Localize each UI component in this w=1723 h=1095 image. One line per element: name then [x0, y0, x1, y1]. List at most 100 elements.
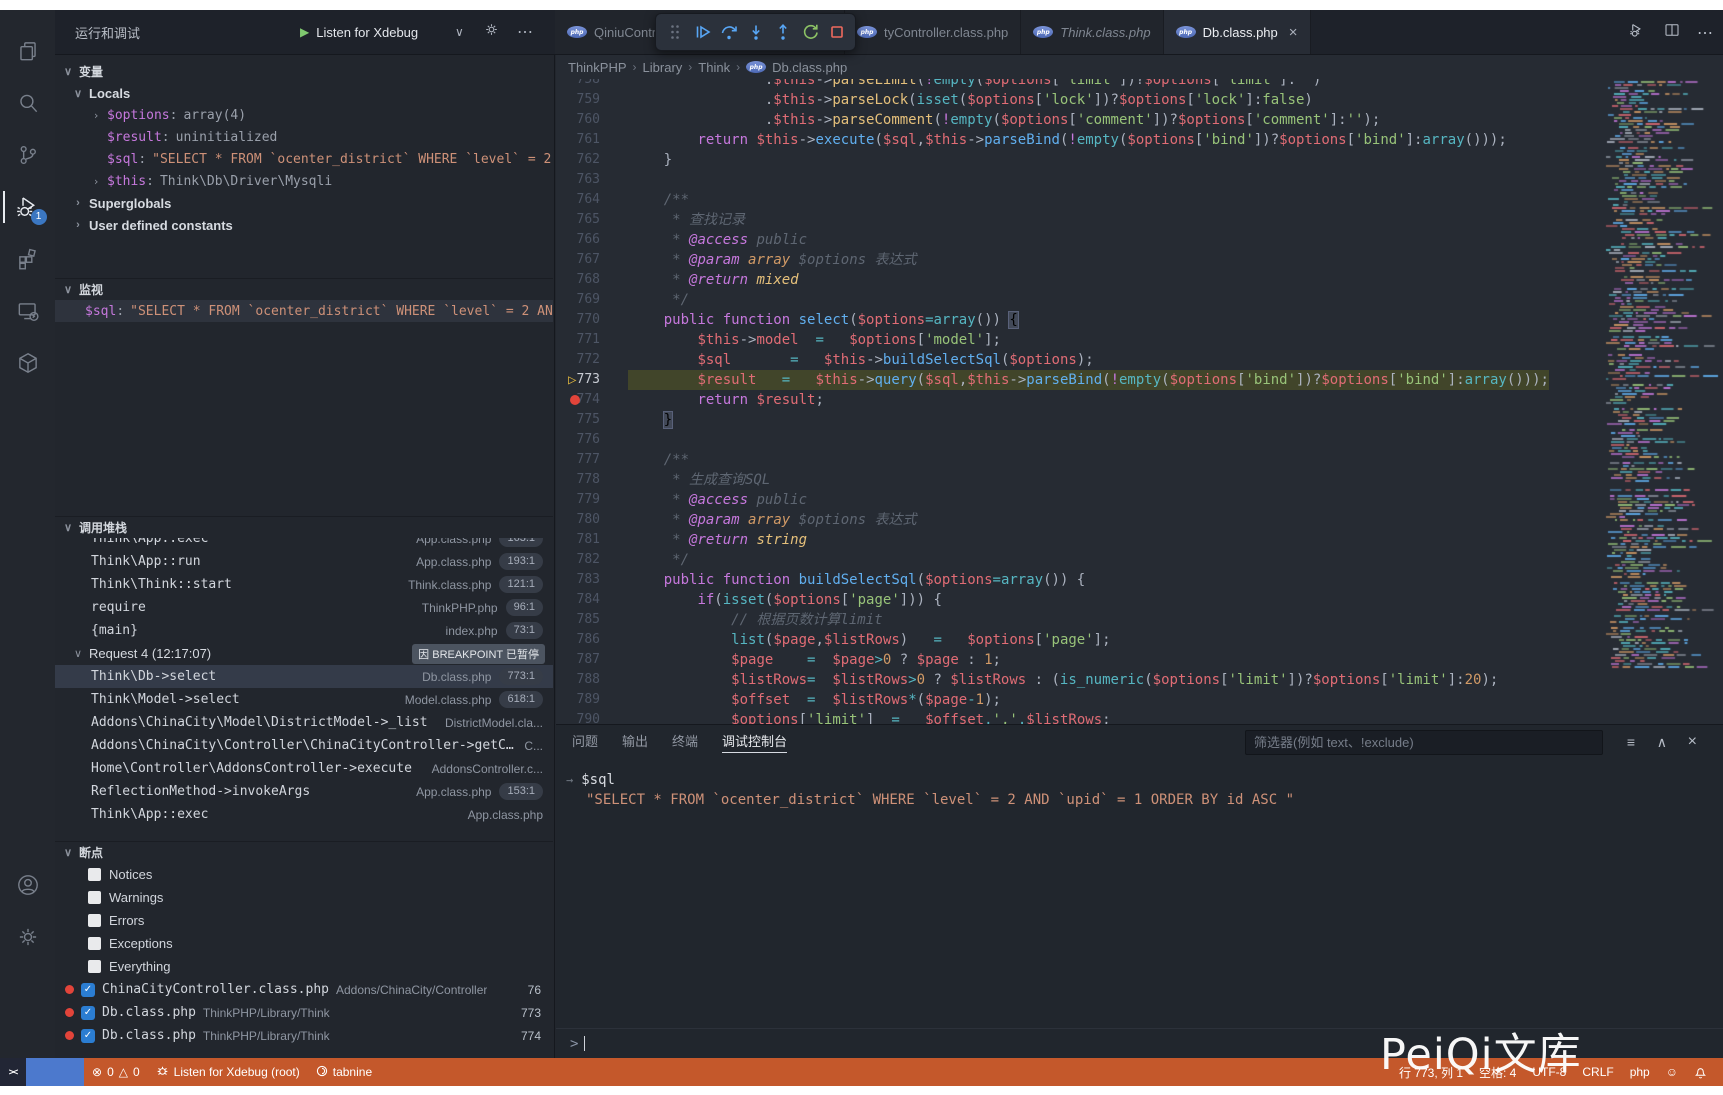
code-line-765[interactable]: 765 * 查找记录	[556, 210, 1723, 230]
call-stack-frame[interactable]: Home\Controller\AddonsController->execut…	[55, 757, 553, 780]
gutter[interactable]: 788	[556, 670, 628, 690]
gutter[interactable]: 782	[556, 550, 628, 570]
account-icon[interactable]	[3, 860, 53, 910]
gutter[interactable]: 781	[556, 530, 628, 550]
toolbar-drag-grip[interactable]	[662, 17, 687, 47]
code-line-780[interactable]: 780 * @param array $options 表达式	[556, 510, 1723, 530]
code-line-774[interactable]: 774 return $result;	[556, 390, 1723, 410]
variables-header[interactable]: ∨ 变量	[55, 60, 553, 82]
settings-gear-icon[interactable]	[3, 912, 53, 962]
gutter[interactable]: 774	[556, 390, 628, 410]
breakpoint-row[interactable]: ✓ Db.class.php ThinkPHP/Library/Think 77…	[55, 1024, 553, 1047]
code-line-760[interactable]: 760 .$this->parseComment(!empty($options…	[556, 110, 1723, 130]
breakpoint-filter-row[interactable]: Errors	[55, 909, 553, 932]
gutter[interactable]: 787	[556, 650, 628, 670]
package-box-icon[interactable]	[3, 338, 53, 388]
remote-indicator-icon[interactable]: ><	[0, 1058, 26, 1086]
problems-status[interactable]: ⊗ 0 △ 0	[84, 1058, 148, 1086]
checkbox-checked[interactable]: ✓	[81, 983, 95, 997]
code-line-771[interactable]: 771 $this->model = $options['model'];	[556, 330, 1723, 350]
run-and-debug-icon[interactable]: 1	[3, 182, 53, 232]
close-tab-icon[interactable]: ×	[1289, 24, 1298, 41]
call-stack-header[interactable]: ∨ 调用堆栈	[55, 516, 553, 538]
checkbox-unchecked[interactable]	[88, 937, 101, 950]
code-line-776[interactable]: 776	[556, 430, 1723, 450]
gutter[interactable]: 779	[556, 490, 628, 510]
continue-icon[interactable]	[689, 17, 714, 47]
gutter[interactable]: 775	[556, 410, 628, 430]
editor-tab[interactable]: php tyController.class.php	[845, 10, 1021, 54]
panel-tab[interactable]: 调试控制台	[722, 725, 787, 759]
code-line-769[interactable]: 769 */	[556, 290, 1723, 310]
checkbox-unchecked[interactable]	[88, 960, 101, 973]
filter-icon[interactable]: ≡	[1627, 725, 1635, 759]
debug-config-selector[interactable]: ▶ Listen for Xdebug	[300, 25, 418, 40]
variables-group-locals[interactable]: ∨Locals	[55, 82, 553, 104]
code-line-781[interactable]: 781 * @return string	[556, 530, 1723, 550]
tabnine-status[interactable]: tabnine	[308, 1058, 380, 1086]
debug-listen-status[interactable]: Listen for Xdebug (root)	[148, 1058, 308, 1086]
call-stack-request-row[interactable]: ∨ Request 4 (12:17:07) 因 BREAKPOINT 已暂停	[55, 642, 553, 665]
panel-tab[interactable]: 终端	[672, 725, 698, 759]
code-line-767[interactable]: 767 * @param array $options 表达式	[556, 250, 1723, 270]
breakpoint-filter-row[interactable]: Everything	[55, 955, 553, 978]
gutter[interactable]: 765	[556, 210, 628, 230]
language-mode[interactable]: php	[1622, 1058, 1658, 1086]
code-line-790[interactable]: 790 $options['limit'] = $offset.','.$lis…	[556, 710, 1723, 724]
remote-indicator[interactable]	[26, 1058, 84, 1086]
run-or-debug-icon[interactable]	[1628, 21, 1647, 45]
maximize-panel-icon[interactable]: ∧	[1657, 725, 1667, 759]
code-line-777[interactable]: 777 /**	[556, 450, 1723, 470]
feedback-smiley-icon[interactable]: ☺	[1658, 1058, 1686, 1086]
call-stack-frame[interactable]: Addons\ChinaCity\Controller\ChinaCityCon…	[55, 734, 553, 757]
gutter[interactable]: ▷773	[556, 370, 628, 390]
code-line-763[interactable]: 763	[556, 170, 1723, 190]
gutter[interactable]: 778	[556, 470, 628, 490]
gutter[interactable]: 772	[556, 350, 628, 370]
call-stack-frame[interactable]: ReflectionMethod->invokeArgs App.class.p…	[55, 780, 553, 803]
checkbox-checked[interactable]: ✓	[81, 1006, 95, 1020]
code-line-764[interactable]: 764 /**	[556, 190, 1723, 210]
minimap[interactable]	[1603, 79, 1719, 724]
code-line-768[interactable]: 768 * @return mixed	[556, 270, 1723, 290]
explorer-icon[interactable]	[3, 26, 53, 76]
search-icon[interactable]	[3, 78, 53, 128]
close-panel-icon[interactable]: ×	[1688, 725, 1697, 759]
gutter[interactable]: 769	[556, 290, 628, 310]
checkbox-unchecked[interactable]	[88, 891, 101, 904]
code-line-778[interactable]: 778 * 生成查询SQL	[556, 470, 1723, 490]
gutter[interactable]: 760	[556, 110, 628, 130]
source-control-icon[interactable]	[3, 130, 53, 180]
call-stack-frame[interactable]: Think\Db->select Db.class.php773:1	[55, 665, 553, 688]
call-stack-frame[interactable]: Think\Think::start Think.class.php121:1	[55, 573, 553, 596]
call-stack-frame[interactable]: {main} index.php73:1	[55, 619, 553, 642]
more-actions-icon[interactable]: ⋯	[1697, 23, 1713, 43]
gutter[interactable]: 764	[556, 190, 628, 210]
gutter[interactable]: 771	[556, 330, 628, 350]
variables-group[interactable]: ›Superglobals	[55, 192, 553, 214]
panel-tab[interactable]: 问题	[572, 725, 598, 759]
gutter[interactable]: 789	[556, 690, 628, 710]
call-stack-frame[interactable]: Think\Model->select Model.class.php618:1	[55, 688, 553, 711]
editor-tab[interactable]: php Think.class.php	[1021, 10, 1163, 54]
breakpoints-header[interactable]: ∨ 断点	[55, 841, 553, 863]
variable-row[interactable]: › $this: Think\Db\Driver\Mysqli	[55, 170, 553, 192]
gutter[interactable]: 767	[556, 250, 628, 270]
gutter[interactable]: 758	[556, 79, 628, 90]
gutter[interactable]: 780	[556, 510, 628, 530]
code-line-761[interactable]: 761 return $this->execute($sql,$this->pa…	[556, 130, 1723, 150]
step-into-icon[interactable]	[743, 17, 768, 47]
code-line-782[interactable]: 782 */	[556, 550, 1723, 570]
gutter[interactable]: 768	[556, 270, 628, 290]
gutter[interactable]: 763	[556, 170, 628, 190]
watch-row[interactable]: $sql: "SELECT * FROM `ocenter_district` …	[55, 300, 553, 322]
breakpoint-row[interactable]: ✓ Db.class.php ThinkPHP/Library/Think 77…	[55, 1001, 553, 1024]
split-editor-icon[interactable]	[1663, 21, 1681, 44]
code-line-775[interactable]: 775 }	[556, 410, 1723, 430]
gutter[interactable]: 759	[556, 90, 628, 110]
breadcrumb[interactable]: ThinkPHP› Library› Think› php Db.class.p…	[556, 55, 1723, 79]
editor-tab[interactable]: php Db.class.php ×	[1164, 10, 1311, 54]
breakpoint-filter-row[interactable]: Warnings	[55, 886, 553, 909]
start-debug-icon[interactable]: ▶	[300, 25, 309, 39]
checkbox-unchecked[interactable]	[88, 914, 101, 927]
